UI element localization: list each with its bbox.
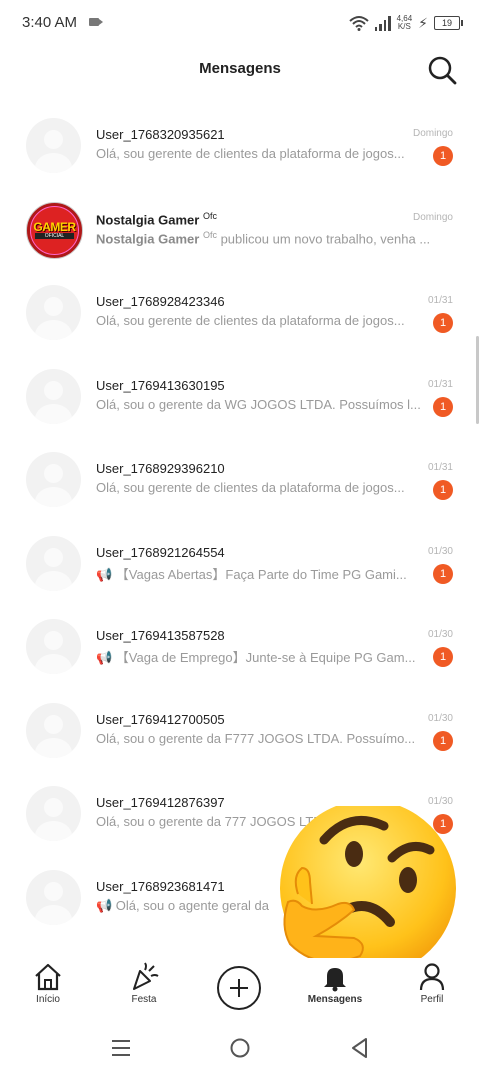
conversation-row[interactable]: User_1769412700505 Olá, sou o gerente da… (0, 689, 480, 773)
conversation-preview: Olá, sou gerente de clientes da platafor… (96, 146, 405, 161)
preview-author: Nostalgia Gamer (96, 230, 200, 246)
status-time: 3:40 AM (22, 14, 78, 31)
conversation-row[interactable]: User_1768928423346 Olá, sou gerente de c… (0, 271, 480, 355)
conversation-name: User_1769413587528 (96, 628, 225, 643)
conversation-date: Domingo (412, 128, 453, 139)
thinking-face-emoji-icon (280, 806, 456, 976)
conversation-name: User_1769412876397 (96, 795, 225, 810)
person-icon (419, 963, 445, 991)
unread-badge: 1 (433, 146, 453, 166)
conversation-name: User_1768923681471 (96, 878, 225, 894)
conversation-row[interactable]: User_1768929396210 Olá, sou gerente de c… (0, 438, 480, 522)
conversation-name: User_1768929396210 (96, 461, 225, 476)
conversation-name: User_1768921264554 (96, 544, 225, 560)
home-icon (35, 963, 61, 991)
network-speed: 4,64 K/S (397, 15, 413, 31)
conversation-preview: Nostalgia Gamer Ofc publicou um novo tra… (96, 230, 453, 246)
back-icon[interactable] (347, 1036, 373, 1060)
tab-label: Início (36, 994, 60, 1005)
tab-festa[interactable]: Festa (109, 962, 179, 1016)
tab-label: Festa (131, 994, 157, 1005)
tab-perfil[interactable]: Perfil (397, 962, 467, 1016)
conversation-date: 01/30 (427, 545, 453, 557)
conversation-preview: Olá, sou o gerente da WG JOGOS LTDA. Pos… (96, 396, 421, 412)
unread-badge: 1 (433, 480, 453, 500)
status-icons: 4,64 K/S ⚡ 19 (348, 12, 463, 34)
conversation-name: User_1769412700505 (96, 711, 225, 727)
avatar (26, 285, 81, 340)
bottom-tab-bar: Início Festa Mensagens Perfil (0, 958, 480, 1018)
conversation-date: 01/31 (427, 462, 453, 473)
scrollbar[interactable] (476, 336, 479, 424)
conversation-date: 01/31 (427, 295, 453, 306)
preview-official-tag: Ofc (202, 229, 217, 240)
conversation-preview: Olá, sou gerente de clientes da platafor… (96, 313, 405, 328)
avatar (26, 786, 81, 841)
conversation-row[interactable]: User_1768320935621 Olá, sou gerente de c… (0, 104, 480, 188)
bell-icon (324, 968, 346, 992)
party-popper-icon (133, 962, 159, 990)
screen-record-icon (89, 18, 103, 26)
system-nav-bar (0, 1022, 480, 1074)
unread-badge: 1 (433, 313, 453, 333)
unread-badge: 1 (433, 730, 453, 751)
conversation-date: 01/31 (427, 378, 453, 390)
logo-text: GAMER (33, 219, 76, 234)
conversation-name: Nostalgia Gamer Ofc (96, 210, 217, 227)
signal-icon (374, 15, 391, 31)
status-bar: 3:40 AM 4,64 K/S ⚡ 19 (0, 0, 480, 46)
preview-text: publicou um novo trabalho, venha ... (216, 230, 431, 246)
search-icon[interactable] (426, 54, 458, 86)
unread-badge: 1 (433, 396, 453, 417)
avatar (26, 869, 81, 925)
tab-inicio[interactable]: Início (13, 962, 83, 1016)
conversation-date: Domingo (412, 211, 453, 223)
avatar (26, 535, 81, 591)
battery-icon: 19 (434, 16, 463, 30)
official-tag: Ofc (202, 210, 217, 221)
conversation-name: User_1769413630195 (96, 377, 225, 393)
conversation-row[interactable]: GAMER OFICIAL Nostalgia Gamer Ofc Nostal… (0, 188, 480, 272)
home-circle-icon[interactable] (227, 1036, 253, 1060)
charging-icon: ⚡ (418, 14, 428, 31)
network-speed-unit: K/S (397, 22, 411, 31)
conversation-preview: Olá, sou gerente de clientes da platafor… (96, 480, 405, 495)
conversation-preview: Olá, sou o gerente da F777 JOGOS LTDA. P… (96, 730, 416, 746)
conversation-preview: 📢 【Vagas Abertas】Faça Parte do Time PG G… (96, 566, 407, 582)
avatar: GAMER OFICIAL (26, 201, 83, 259)
menu-icon[interactable] (108, 1036, 134, 1060)
conversation-date: 01/30 (427, 712, 453, 724)
conversation-date: 01/30 (427, 629, 453, 640)
avatar (26, 118, 81, 173)
logo-subtext: OFICIAL (35, 232, 74, 239)
add-post-button[interactable] (217, 966, 261, 1010)
page-title: Mensagens (199, 60, 281, 77)
unread-badge: 1 (433, 563, 453, 584)
avatar (26, 452, 81, 507)
unread-badge: 1 (433, 647, 453, 667)
conversation-row[interactable]: User_1769413587528 📢 【Vaga de Emprego】Ju… (0, 605, 480, 689)
avatar (26, 368, 81, 424)
conversation-row[interactable]: User_1768921264554 📢 【Vagas Abertas】Faça… (0, 522, 480, 606)
header: Mensagens (0, 46, 480, 94)
conversation-row[interactable]: User_1769413630195 Olá, sou o gerente da… (0, 355, 480, 439)
conversation-name: User_1768320935621 (96, 127, 225, 142)
avatar (26, 619, 81, 674)
avatar (26, 702, 81, 758)
tab-mensagens[interactable]: Mensagens (300, 962, 370, 1016)
tab-label: Mensagens (307, 994, 363, 1005)
conversation-preview: 📢 【Vaga de Emprego】Junte-se à Equipe PG … (96, 650, 416, 665)
tab-label: Perfil (420, 994, 444, 1005)
conversation-name: User_1768928423346 (96, 294, 225, 309)
wifi-icon (348, 16, 369, 31)
